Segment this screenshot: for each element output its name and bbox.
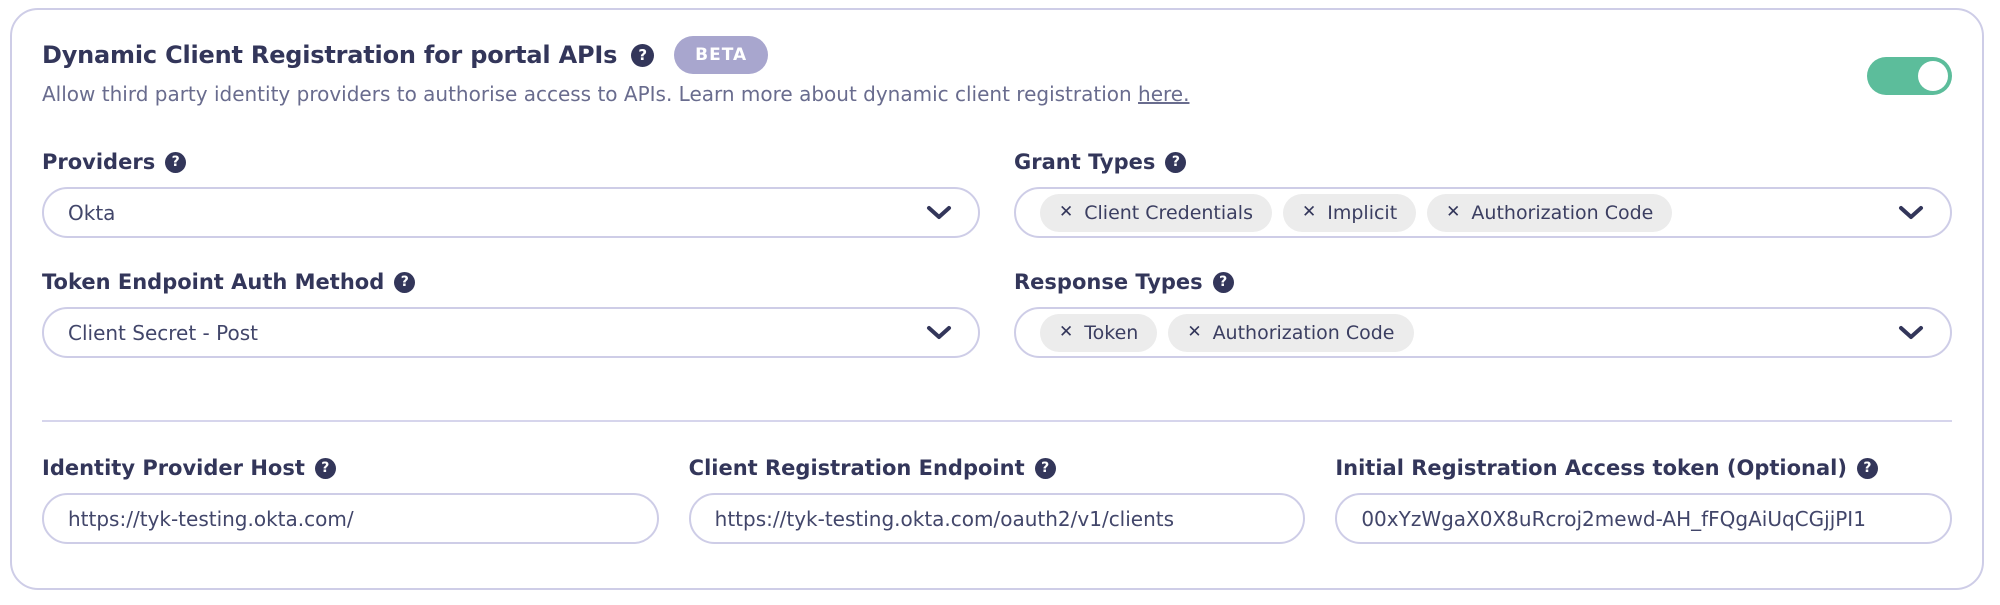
dcr-settings-card: Dynamic Client Registration for portal A…: [10, 8, 1984, 590]
token-endpoint-auth-method-select[interactable]: Client Secret - Post: [42, 307, 980, 358]
description-text: Allow third party identity providers to …: [42, 82, 1138, 106]
remove-icon[interactable]: ✕: [1059, 204, 1073, 221]
help-icon[interactable]: ?: [631, 44, 654, 67]
initial-registration-access-token-label: Initial Registration Access token (Optio…: [1335, 456, 1952, 480]
dcr-enabled-toggle[interactable]: [1867, 57, 1952, 95]
chip-label: Client Credentials: [1084, 202, 1253, 224]
chip-client-credentials: ✕ Client Credentials: [1040, 194, 1272, 232]
chevron-down-icon: [1898, 325, 1924, 340]
initial-registration-access-token-label-text: Initial Registration Access token (Optio…: [1335, 456, 1847, 480]
endpoints-grid: Identity Provider Host ? Client Registra…: [42, 456, 1952, 544]
grant-types-multiselect[interactable]: ✕ Client Credentials ✕ Implicit ✕ Author…: [1014, 187, 1952, 238]
providers-field: Providers ? Okta: [42, 150, 980, 238]
providers-label-text: Providers: [42, 150, 155, 174]
response-types-chips: ✕ Token ✕ Authorization Code: [1040, 314, 1898, 352]
response-types-label: Response Types ?: [1014, 270, 1952, 294]
help-icon[interactable]: ?: [165, 152, 186, 173]
client-registration-endpoint-field: Client Registration Endpoint ?: [689, 456, 1306, 544]
page-title: Dynamic Client Registration for portal A…: [42, 41, 617, 69]
initial-registration-access-token-field: Initial Registration Access token (Optio…: [1335, 456, 1952, 544]
chip-label: Authorization Code: [1213, 322, 1395, 344]
section-divider: [42, 420, 1952, 422]
chip-authorization-code: ✕ Authorization Code: [1168, 314, 1413, 352]
client-registration-endpoint-label: Client Registration Endpoint ?: [689, 456, 1306, 480]
chip-label: Authorization Code: [1471, 202, 1653, 224]
client-registration-endpoint-input[interactable]: [689, 493, 1306, 544]
form-grid: Providers ? Okta Grant Types ? ✕ Clie: [42, 150, 1952, 358]
response-types-field: Response Types ? ✕ Token ✕ Authorization…: [1014, 270, 1952, 358]
identity-provider-host-field: Identity Provider Host ?: [42, 456, 659, 544]
providers-label: Providers ?: [42, 150, 980, 174]
remove-icon[interactable]: ✕: [1302, 204, 1316, 221]
remove-icon[interactable]: ✕: [1187, 324, 1201, 341]
help-icon[interactable]: ?: [315, 458, 336, 479]
initial-registration-access-token-input[interactable]: [1335, 493, 1952, 544]
help-icon[interactable]: ?: [1857, 458, 1878, 479]
response-types-multiselect[interactable]: ✕ Token ✕ Authorization Code: [1014, 307, 1952, 358]
chip-label: Implicit: [1327, 202, 1397, 224]
beta-badge: BETA: [674, 36, 768, 74]
chip-token: ✕ Token: [1040, 314, 1157, 352]
response-types-label-text: Response Types: [1014, 270, 1203, 294]
chevron-down-icon: [926, 205, 952, 220]
chip-label: Token: [1084, 322, 1138, 344]
token-endpoint-auth-method-label-text: Token Endpoint Auth Method: [42, 270, 384, 294]
chip-authorization-code: ✕ Authorization Code: [1427, 194, 1672, 232]
help-icon[interactable]: ?: [1213, 272, 1234, 293]
token-endpoint-auth-method-field: Token Endpoint Auth Method ? Client Secr…: [42, 270, 980, 358]
identity-provider-host-label: Identity Provider Host ?: [42, 456, 659, 480]
identity-provider-host-input[interactable]: [42, 493, 659, 544]
header: Dynamic Client Registration for portal A…: [42, 36, 1952, 74]
chevron-down-icon: [926, 325, 952, 340]
grant-types-chips: ✕ Client Credentials ✕ Implicit ✕ Author…: [1040, 194, 1898, 232]
description: Allow third party identity providers to …: [42, 82, 1952, 106]
toggle-knob: [1918, 61, 1948, 91]
grant-types-field: Grant Types ? ✕ Client Credentials ✕ Imp…: [1014, 150, 1952, 238]
grant-types-label: Grant Types ?: [1014, 150, 1952, 174]
help-icon[interactable]: ?: [394, 272, 415, 293]
help-icon[interactable]: ?: [1165, 152, 1186, 173]
grant-types-label-text: Grant Types: [1014, 150, 1155, 174]
learn-more-link[interactable]: here.: [1138, 82, 1189, 106]
providers-selected-value: Okta: [68, 201, 926, 225]
providers-select[interactable]: Okta: [42, 187, 980, 238]
chevron-down-icon: [1898, 205, 1924, 220]
token-endpoint-auth-method-selected-value: Client Secret - Post: [68, 321, 926, 345]
remove-icon[interactable]: ✕: [1446, 204, 1460, 221]
help-icon[interactable]: ?: [1035, 458, 1056, 479]
remove-icon[interactable]: ✕: [1059, 324, 1073, 341]
client-registration-endpoint-label-text: Client Registration Endpoint: [689, 456, 1025, 480]
identity-provider-host-label-text: Identity Provider Host: [42, 456, 305, 480]
token-endpoint-auth-method-label: Token Endpoint Auth Method ?: [42, 270, 980, 294]
chip-implicit: ✕ Implicit: [1283, 194, 1416, 232]
